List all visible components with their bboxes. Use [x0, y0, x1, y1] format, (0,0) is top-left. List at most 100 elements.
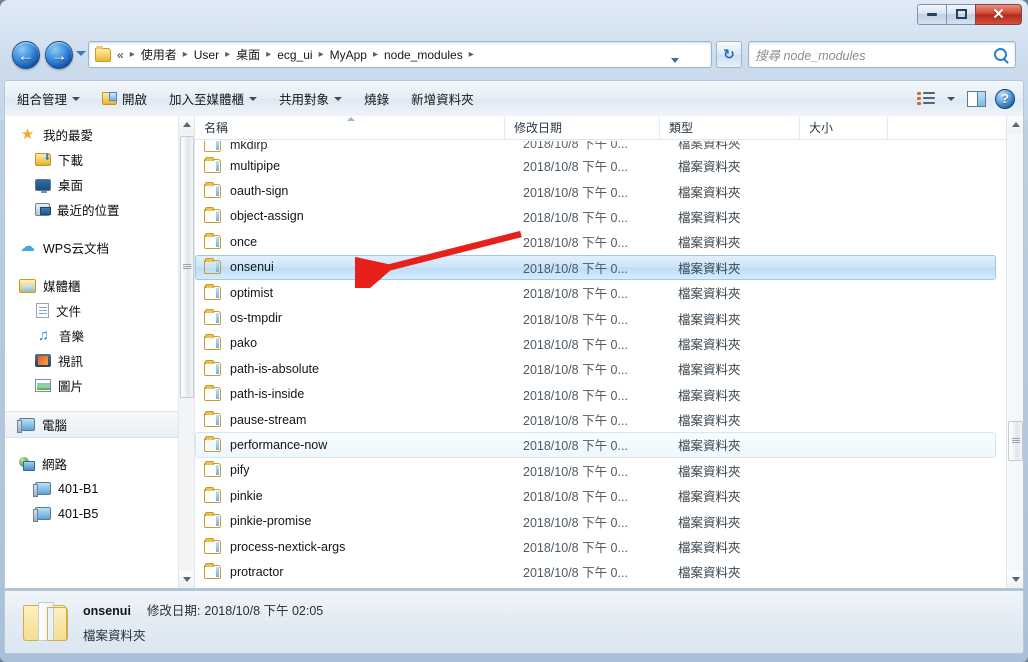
folder-icon [23, 602, 69, 642]
sidebar-scrollbar[interactable] [178, 116, 194, 588]
table-row[interactable]: pify 2018/10/8 下午 0... 檔案資料夾 [195, 458, 1006, 483]
row-name: path-is-inside [230, 387, 305, 402]
view-mode-icon[interactable] [917, 91, 936, 106]
sidebar-item-computer[interactable]: 電腦 [5, 411, 186, 438]
recent-pages-chevron-down-icon[interactable] [76, 51, 86, 56]
open-button[interactable]: 開啟 [92, 86, 157, 112]
view-mode-chevron-down-icon[interactable] [947, 96, 955, 101]
help-icon[interactable]: ? [995, 88, 1015, 109]
preview-pane-icon[interactable] [967, 90, 986, 107]
table-row[interactable]: path-is-absolute 2018/10/8 下午 0... 檔案資料夾 [195, 356, 1006, 381]
table-row[interactable]: object-assign 2018/10/8 下午 0... 檔案資料夾 [195, 204, 1006, 229]
table-row[interactable]: path-is-inside 2018/10/8 下午 0... 檔案資料夾 [195, 382, 1006, 407]
table-row[interactable]: oauth-sign 2018/10/8 下午 0... 檔案資料夾 [195, 178, 1006, 203]
breadcrumb-item-0[interactable]: 使用者 [138, 44, 180, 65]
scrollbar-thumb[interactable] [1008, 421, 1023, 461]
row-date-modified: 2018/10/8 下午 0... [523, 312, 628, 327]
burn-button[interactable]: 燒錄 [354, 86, 399, 112]
row-name: pako [230, 336, 258, 351]
sidebar-item-music[interactable]: ♫ 音樂 [5, 323, 194, 348]
sidebar-item-favorites[interactable]: ★ 我的最愛 [5, 122, 194, 147]
organize-button[interactable]: 組合管理 [7, 86, 90, 112]
table-row[interactable]: multipipe 2018/10/8 下午 0... 檔案資料夾 [195, 153, 1006, 178]
details-modified-label: 修改日期: [146, 604, 201, 618]
row-date-modified: 2018/10/8 下午 0... [523, 541, 628, 556]
sidebar-item-401-b1[interactable]: 401-B1 [5, 476, 194, 501]
table-row[interactable]: pako 2018/10/8 下午 0... 檔案資料夾 [195, 331, 1006, 356]
scroll-up-button[interactable] [1007, 116, 1023, 133]
back-button[interactable]: ← [12, 41, 40, 69]
file-list-scrollbar[interactable] [1006, 116, 1023, 588]
address-dropdown-chevron-down-icon[interactable] [671, 58, 679, 63]
details-pane: onsenui 修改日期: 2018/10/8 下午 02:05 檔案資料夾 [4, 590, 1024, 654]
share-with-button[interactable]: 共用對象 [269, 86, 352, 112]
forward-button[interactable]: → [45, 41, 73, 69]
sidebar-item-pictures[interactable]: 圖片 [5, 373, 194, 398]
title-bar[interactable]: ✕ [0, 0, 1028, 30]
sidebar-item-wps-cloud[interactable]: ☁ WPS云文档 [5, 235, 194, 260]
table-row[interactable]: mkdirp 2018/10/8 下午 0... 檔案資料夾 [195, 140, 1006, 153]
breadcrumb-item-1[interactable]: User [191, 46, 222, 64]
row-date-modified: 2018/10/8 下午 0... [523, 287, 628, 302]
breadcrumb-item-2[interactable]: 桌面 [233, 44, 263, 65]
desktop-icon [35, 178, 51, 193]
scroll-down-button[interactable] [1007, 571, 1023, 588]
explorer-content: ★ 我的最愛 下載 桌面 最近的位置 ☁ WPS [4, 116, 1024, 589]
sidebar-item-documents[interactable]: 文件 [5, 298, 194, 323]
table-row[interactable]: performance-now 2018/10/8 下午 0... 檔案資料夾 [195, 432, 996, 458]
row-name: onsenui [230, 260, 274, 275]
file-list-pane: 名稱 修改日期 類型 大小 mkdirp 2018/10/8 下午 0... 檔案資… [195, 116, 1023, 588]
include-in-library-button[interactable]: 加入至媒體櫃 [159, 86, 267, 112]
sidebar-item-network[interactable]: 網路 [5, 451, 194, 476]
maximize-restore-button[interactable] [946, 3, 975, 25]
column-header-type[interactable]: 類型 [660, 116, 800, 139]
folder-icon [204, 486, 221, 503]
sidebar-item-libraries[interactable]: 媒體櫃 [5, 273, 194, 298]
column-header-size[interactable]: 大小 [800, 116, 888, 139]
close-button[interactable]: ✕ [975, 3, 1022, 25]
address-breadcrumb-bar[interactable]: « ▸ 使用者 ▸ User ▸ 桌面 ▸ ecg_ui ▸ MyApp ▸ n… [88, 41, 712, 68]
search-input[interactable]: 搜尋 node_modules [748, 41, 1016, 68]
breadcrumb-separator-icon: ▸ [266, 49, 272, 60]
table-row[interactable]: pinkie-promise 2018/10/8 下午 0... 檔案資料夾 [195, 508, 1006, 533]
table-row[interactable]: pause-stream 2018/10/8 下午 0... 檔案資料夾 [195, 407, 1006, 432]
library-icon [19, 278, 36, 293]
star-icon: ★ [20, 126, 35, 143]
table-row[interactable]: once 2018/10/8 下午 0... 檔案資料夾 [195, 229, 1006, 254]
refresh-button[interactable]: ↻ [716, 41, 742, 68]
minimize-button[interactable] [917, 3, 946, 25]
row-type: 檔案資料夾 [678, 160, 741, 175]
row-date-modified: 2018/10/8 下午 0... [523, 439, 628, 454]
table-row[interactable]: os-tmpdir 2018/10/8 下午 0... 檔案資料夾 [195, 305, 1006, 330]
folder-icon [204, 512, 221, 529]
column-header-date-label: 修改日期 [514, 121, 563, 135]
sort-ascending-icon [347, 117, 355, 121]
column-header-name[interactable]: 名稱 [195, 116, 505, 139]
sidebar-item-downloads[interactable]: 下載 [5, 147, 194, 172]
breadcrumb-item-3[interactable]: ecg_ui [274, 46, 315, 64]
row-name: pause-stream [230, 412, 307, 427]
sidebar-item-desktop[interactable]: 桌面 [5, 172, 194, 197]
sidebar-item-videos[interactable]: 視訊 [5, 348, 194, 373]
breadcrumb-item-5[interactable]: node_modules [381, 46, 466, 64]
new-folder-button[interactable]: 新增資料夾 [401, 86, 484, 112]
sidebar-item-recent-places[interactable]: 最近的位置 [5, 197, 194, 222]
row-type: 檔案資料夾 [678, 185, 741, 200]
sidebar-label-downloads: 下載 [58, 154, 84, 168]
sidebar-scrollbar-thumb[interactable] [180, 136, 194, 398]
table-row[interactable]: process-nextick-args 2018/10/8 下午 0... 檔案資… [195, 534, 1006, 559]
table-row[interactable]: protractor 2018/10/8 下午 0... 檔案資料夾 [195, 559, 1006, 584]
column-header-name-label: 名稱 [204, 121, 229, 135]
breadcrumb-item-4[interactable]: MyApp [327, 46, 370, 64]
sidebar-label-401-b1: 401-B1 [58, 481, 99, 496]
row-type: 檔案資料夾 [678, 566, 741, 581]
table-row[interactable]: optimist 2018/10/8 下午 0... 檔案資料夾 [195, 280, 1006, 305]
sidebar-scroll-down-button[interactable] [179, 571, 194, 588]
column-header-date[interactable]: 修改日期 [505, 116, 660, 139]
folder-icon [204, 385, 221, 402]
table-row[interactable]: pinkie 2018/10/8 下午 0... 檔案資料夾 [195, 483, 1006, 508]
table-row[interactable]: onsenui 2018/10/8 下午 0... 檔案資料夾 [195, 254, 996, 280]
sidebar-item-401-b5[interactable]: 401-B5 [5, 501, 194, 526]
sidebar-scroll-up-button[interactable] [179, 116, 194, 133]
breadcrumb-root[interactable]: « [115, 46, 127, 64]
